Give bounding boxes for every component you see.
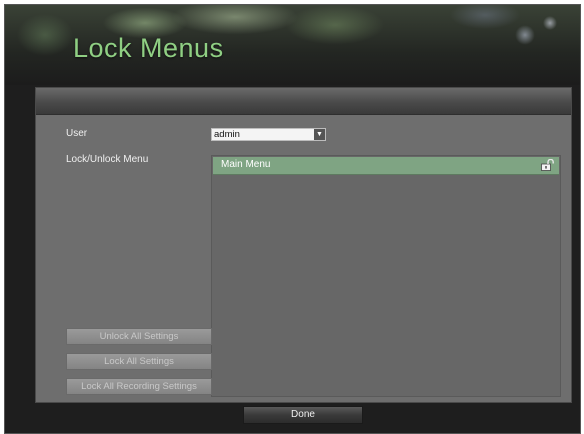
lock-menus-window: Lock Menus User admin ▼ Lock/Unlock Menu… bbox=[4, 4, 581, 434]
unlocked-padlock-icon[interactable] bbox=[541, 159, 555, 171]
user-select-value: admin bbox=[214, 129, 240, 140]
chevron-down-icon[interactable]: ▼ bbox=[314, 129, 325, 140]
page-title: Lock Menus bbox=[73, 33, 224, 63]
lock-all-settings-button[interactable]: Lock All Settings bbox=[66, 353, 212, 370]
lock-all-recording-settings-button[interactable]: Lock All Recording Settings bbox=[66, 378, 212, 395]
user-select[interactable]: admin ▼ bbox=[211, 128, 326, 141]
menu-item-label: Main Menu bbox=[221, 159, 271, 170]
menu-item-main-menu[interactable]: Main Menu bbox=[213, 157, 559, 175]
lock-menus-panel: User admin ▼ Lock/Unlock Menu Main Menu … bbox=[35, 87, 572, 403]
lock-unlock-menu-label: Lock/Unlock Menu bbox=[66, 154, 149, 165]
menu-list: Main Menu bbox=[211, 155, 561, 397]
done-button[interactable]: Done bbox=[243, 406, 363, 424]
user-label: User bbox=[66, 128, 88, 139]
unlock-all-settings-button[interactable]: Unlock All Settings bbox=[66, 328, 212, 345]
panel-header-bar bbox=[36, 88, 571, 115]
header-banner: Lock Menus bbox=[5, 5, 580, 85]
